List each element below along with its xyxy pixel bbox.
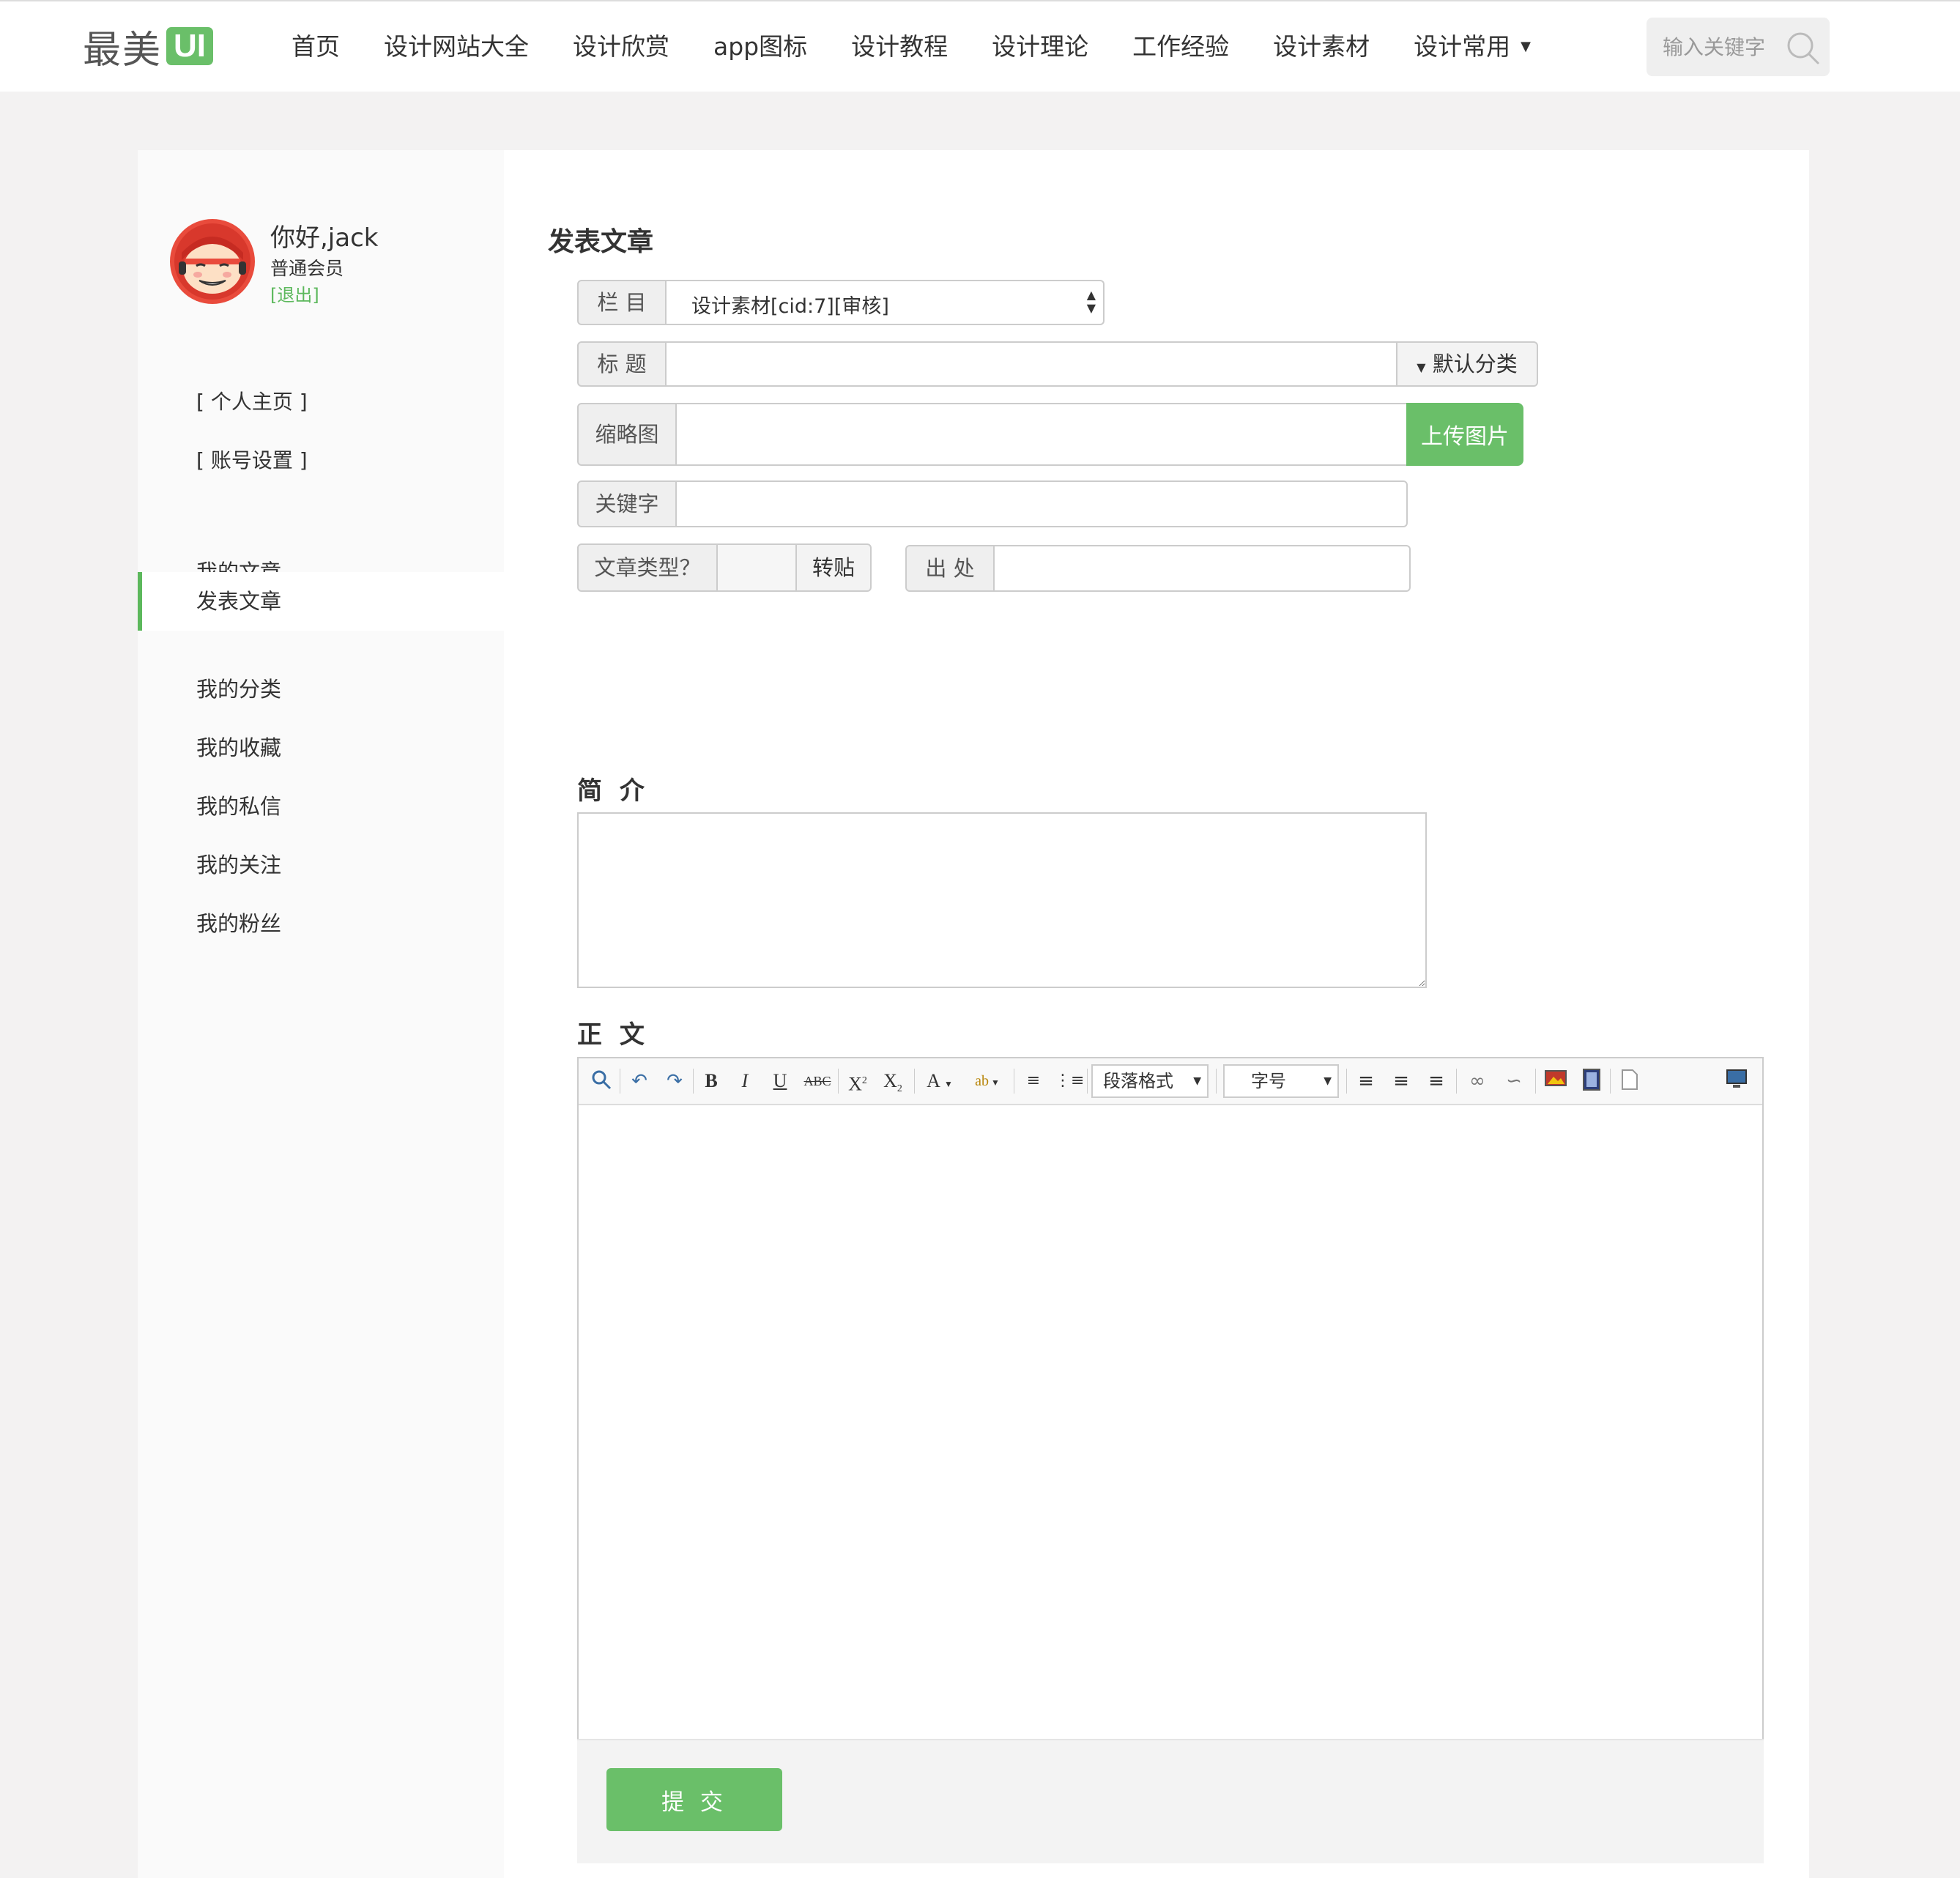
- nav-item-tutorials[interactable]: 设计教程: [851, 28, 948, 66]
- sidebar-item-my-favorites[interactable]: 我的收藏: [138, 719, 504, 777]
- image-icon[interactable]: [1543, 1069, 1569, 1094]
- user-level: 普通会员: [270, 258, 344, 279]
- thumbnail-label: 缩略图: [577, 403, 677, 466]
- nav-item-common-label: 设计常用: [1414, 32, 1511, 61]
- chevron-down-icon: ▼: [1193, 1075, 1201, 1087]
- article-type-repost-button[interactable]: 转贴: [795, 543, 872, 592]
- upload-image-button[interactable]: 上传图片: [1406, 403, 1523, 466]
- sidebar-item-my-followers[interactable]: 我的粉丝: [138, 894, 504, 953]
- column-label: 栏 目: [577, 280, 667, 325]
- nav-item-design-showcase[interactable]: 设计欣赏: [573, 28, 669, 66]
- underline-icon[interactable]: U: [769, 1069, 791, 1094]
- highlight-color-icon[interactable]: ab ▼: [967, 1069, 1008, 1094]
- italic-icon[interactable]: I: [734, 1069, 756, 1094]
- keyword-input[interactable]: [675, 480, 1408, 527]
- subscript-icon[interactable]: X2: [880, 1069, 905, 1094]
- align-right-icon[interactable]: ≡: [1424, 1069, 1449, 1094]
- sidebar-item-my-following[interactable]: 我的关注: [138, 836, 504, 894]
- body-label: 正 文: [577, 1020, 649, 1050]
- sidebar-item-my-categories[interactable]: 我的分类: [138, 660, 504, 719]
- font-size-select[interactable]: 字号 ▼: [1223, 1064, 1339, 1098]
- source-label: 出 处: [905, 545, 995, 592]
- logout-link[interactable]: [退出]: [270, 281, 319, 306]
- fullscreen-icon[interactable]: [1723, 1069, 1751, 1094]
- title-input[interactable]: [665, 341, 1397, 387]
- align-center-icon[interactable]: ≡: [1389, 1069, 1414, 1094]
- unordered-list-icon[interactable]: ⋮≡: [1055, 1069, 1084, 1094]
- video-icon[interactable]: [1579, 1069, 1604, 1094]
- summary-label: 简 介: [577, 776, 649, 806]
- sidebar-item-post-article[interactable]: 发表文章: [138, 572, 504, 631]
- site-logo[interactable]: 最美 UI: [83, 23, 214, 73]
- redo-icon[interactable]: ↷: [662, 1069, 687, 1094]
- thumbnail-input[interactable]: [675, 403, 1408, 466]
- editor-toolbar: ↶ ↷ B I U ABC X2 X2 A ▼ ab ▼ ≡ ⋮≡ 段落格式 ▼…: [579, 1058, 1762, 1105]
- top-navbar: 最美 UI 首页 设计网站大全 设计欣赏 app图标 设计教程 设计理论 工作经…: [0, 0, 1960, 92]
- logo-badge: UI: [166, 27, 214, 65]
- search-icon[interactable]: [1783, 28, 1824, 69]
- font-size-label: 字号: [1251, 1071, 1286, 1091]
- summary-textarea[interactable]: [577, 812, 1427, 988]
- superscript-icon[interactable]: X2: [845, 1069, 870, 1095]
- page-title: 发表文章: [548, 227, 654, 257]
- form-footer: 提 交: [577, 1739, 1764, 1863]
- source-input[interactable]: [993, 545, 1411, 592]
- nav-item-theory[interactable]: 设计理论: [992, 28, 1088, 66]
- category-dropdown-button[interactable]: ▼ 默认分类: [1396, 341, 1538, 387]
- find-replace-icon[interactable]: [589, 1069, 614, 1094]
- user-greeting: 你好,jack: [270, 223, 379, 253]
- nav-item-materials[interactable]: 设计素材: [1273, 28, 1370, 66]
- sidebar-link-homepage[interactable]: [ 个人主页 ]: [196, 386, 308, 415]
- logo-text: 最美: [83, 28, 163, 73]
- submit-button[interactable]: 提 交: [606, 1768, 782, 1831]
- sidebar-link-account-settings[interactable]: [ 账号设置 ]: [196, 445, 308, 474]
- column-select-value: 设计素材[cid:7][审核]: [691, 295, 889, 318]
- bold-icon[interactable]: B: [700, 1069, 722, 1094]
- nav-item-app-icons[interactable]: app图标: [713, 28, 807, 66]
- paragraph-format-label: 段落格式: [1103, 1071, 1173, 1091]
- nav-item-common-dropdown[interactable]: 设计常用 ▼: [1414, 28, 1531, 66]
- new-document-icon[interactable]: [1617, 1069, 1642, 1094]
- caret-down-icon: ▼: [1417, 360, 1426, 374]
- search-input[interactable]: [1647, 18, 1786, 76]
- link-icon[interactable]: ∞: [1463, 1069, 1491, 1094]
- font-color-icon[interactable]: A ▼: [921, 1069, 958, 1094]
- title-label: 标 题: [577, 341, 667, 387]
- chevron-down-icon: ▼: [1324, 1075, 1332, 1087]
- strikethrough-icon[interactable]: ABC: [803, 1069, 832, 1094]
- user-sidebar: 你好,jack 普通会员 [退出] [ 个人主页 ] [ 账号设置 ] 我的文章…: [138, 150, 504, 1878]
- sidebar-item-my-messages[interactable]: 我的私信: [138, 777, 504, 836]
- keyword-label: 关键字: [577, 480, 677, 527]
- category-dropdown-label: 默认分类: [1432, 352, 1518, 376]
- nav-item-home[interactable]: 首页: [292, 28, 340, 66]
- nav-item-design-sites[interactable]: 设计网站大全: [384, 28, 529, 66]
- nav-item-experience[interactable]: 工作经验: [1132, 28, 1229, 66]
- align-left-icon[interactable]: ≡: [1354, 1069, 1378, 1094]
- article-type-label: 文章类型？: [577, 543, 718, 592]
- ordered-list-icon[interactable]: ≡: [1021, 1069, 1046, 1094]
- unlink-icon[interactable]: ∽: [1500, 1069, 1528, 1094]
- column-select[interactable]: 设计素材[cid:7][审核] ▲ ▼: [665, 280, 1105, 325]
- undo-icon[interactable]: ↶: [627, 1069, 652, 1094]
- select-arrows-icon: ▲ ▼: [1086, 288, 1096, 315]
- search-box: [1647, 18, 1830, 76]
- content-card: 你好,jack 普通会员 [退出] [ 个人主页 ] [ 账号设置 ] 我的文章…: [138, 150, 1809, 1878]
- post-article-form: 发表文章 栏 目 设计素材[cid:7][审核] ▲ ▼ 标 题 ▼ 默认分类 缩…: [504, 150, 1809, 1878]
- chevron-down-icon: ▼: [1521, 39, 1531, 54]
- paragraph-format-select[interactable]: 段落格式 ▼: [1091, 1064, 1209, 1098]
- article-type-toggle[interactable]: [716, 543, 797, 592]
- avatar[interactable]: [168, 218, 256, 305]
- main-nav: 首页 设计网站大全 设计欣赏 app图标 设计教程 设计理论 工作经验 设计素材…: [292, 28, 1575, 66]
